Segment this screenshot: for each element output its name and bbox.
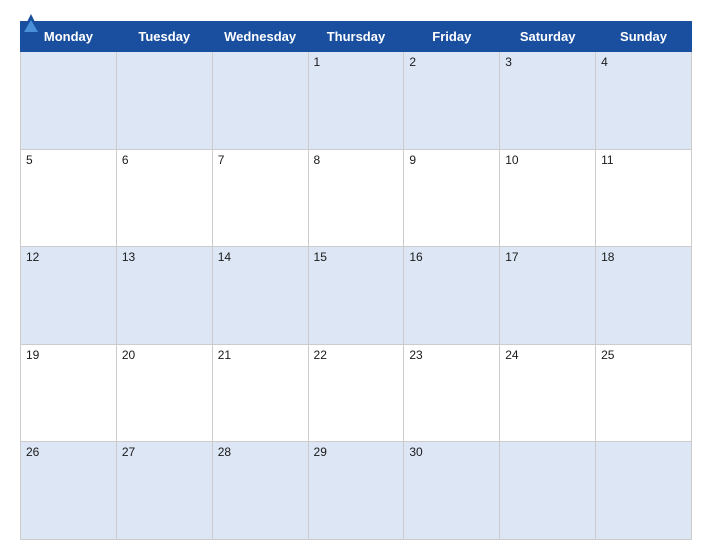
calendar-cell: 26 [21, 442, 117, 540]
calendar-cell [500, 442, 596, 540]
calendar-cell: 12 [21, 247, 117, 345]
day-number: 2 [409, 55, 416, 69]
calendar-cell [596, 442, 692, 540]
calendar-cell: 13 [116, 247, 212, 345]
calendar-cell: 19 [21, 344, 117, 442]
calendar-cell: 21 [212, 344, 308, 442]
day-number: 27 [122, 445, 135, 459]
calendar-cell: 24 [500, 344, 596, 442]
day-number: 30 [409, 445, 422, 459]
day-number: 25 [601, 348, 614, 362]
calendar-cell [21, 52, 117, 150]
day-header-saturday: Saturday [500, 22, 596, 52]
day-number: 15 [314, 250, 327, 264]
calendar-cell: 30 [404, 442, 500, 540]
week-row-3: 12 13 14 15 16 17 18 [21, 247, 692, 345]
calendar-cell: 22 [308, 344, 404, 442]
day-number: 22 [314, 348, 327, 362]
days-header-row: MondayTuesdayWednesdayThursdayFridaySatu… [21, 22, 692, 52]
calendar-cell: 27 [116, 442, 212, 540]
calendar-body: 1234567891011121314151617181920212223242… [21, 52, 692, 540]
day-number: 5 [26, 153, 33, 167]
day-header-wednesday: Wednesday [212, 22, 308, 52]
day-number: 29 [314, 445, 327, 459]
calendar-cell: 15 [308, 247, 404, 345]
calendar-cell: 23 [404, 344, 500, 442]
day-number: 16 [409, 250, 422, 264]
day-header-thursday: Thursday [308, 22, 404, 52]
day-number: 6 [122, 153, 129, 167]
calendar-cell: 11 [596, 149, 692, 247]
day-number: 21 [218, 348, 231, 362]
calendar-cell: 14 [212, 247, 308, 345]
calendar-cell: 6 [116, 149, 212, 247]
calendar-cell: 16 [404, 247, 500, 345]
calendar-cell: 2 [404, 52, 500, 150]
day-number: 24 [505, 348, 518, 362]
week-row-2: 5 6 7 8 9 10 11 [21, 149, 692, 247]
day-number: 8 [314, 153, 321, 167]
calendar-cell: 8 [308, 149, 404, 247]
calendar-cell: 7 [212, 149, 308, 247]
calendar-cell: 4 [596, 52, 692, 150]
week-row-5: 26 27 28 29 30 [21, 442, 692, 540]
day-number: 17 [505, 250, 518, 264]
calendar-cell: 3 [500, 52, 596, 150]
day-number: 1 [314, 55, 321, 69]
calendar-cell [116, 52, 212, 150]
day-number: 23 [409, 348, 422, 362]
calendar-cell: 5 [21, 149, 117, 247]
week-row-4: 19 20 21 22 23 24 25 [21, 344, 692, 442]
day-number: 14 [218, 250, 231, 264]
calendar-cell [212, 52, 308, 150]
day-number: 10 [505, 153, 518, 167]
calendar-header [20, 10, 692, 15]
day-header-friday: Friday [404, 22, 500, 52]
calendar-cell: 17 [500, 247, 596, 345]
day-number: 4 [601, 55, 608, 69]
calendar-cell: 20 [116, 344, 212, 442]
day-number: 19 [26, 348, 39, 362]
day-number: 20 [122, 348, 135, 362]
calendar-cell: 9 [404, 149, 500, 247]
calendar-cell: 18 [596, 247, 692, 345]
day-number: 12 [26, 250, 39, 264]
calendar-cell: 29 [308, 442, 404, 540]
day-number: 13 [122, 250, 135, 264]
logo [20, 14, 40, 36]
logo-triangle-icon [22, 14, 40, 36]
day-header-tuesday: Tuesday [116, 22, 212, 52]
day-number: 7 [218, 153, 225, 167]
calendar-cell: 10 [500, 149, 596, 247]
calendar-cell: 28 [212, 442, 308, 540]
day-number: 11 [601, 153, 613, 167]
day-number: 9 [409, 153, 416, 167]
day-number: 18 [601, 250, 614, 264]
day-number: 28 [218, 445, 231, 459]
day-header-sunday: Sunday [596, 22, 692, 52]
week-row-1: 1 2 3 4 [21, 52, 692, 150]
day-number: 26 [26, 445, 39, 459]
day-number: 3 [505, 55, 512, 69]
calendar-cell: 25 [596, 344, 692, 442]
calendar-cell: 1 [308, 52, 404, 150]
calendar-table: MondayTuesdayWednesdayThursdayFridaySatu… [20, 21, 692, 540]
